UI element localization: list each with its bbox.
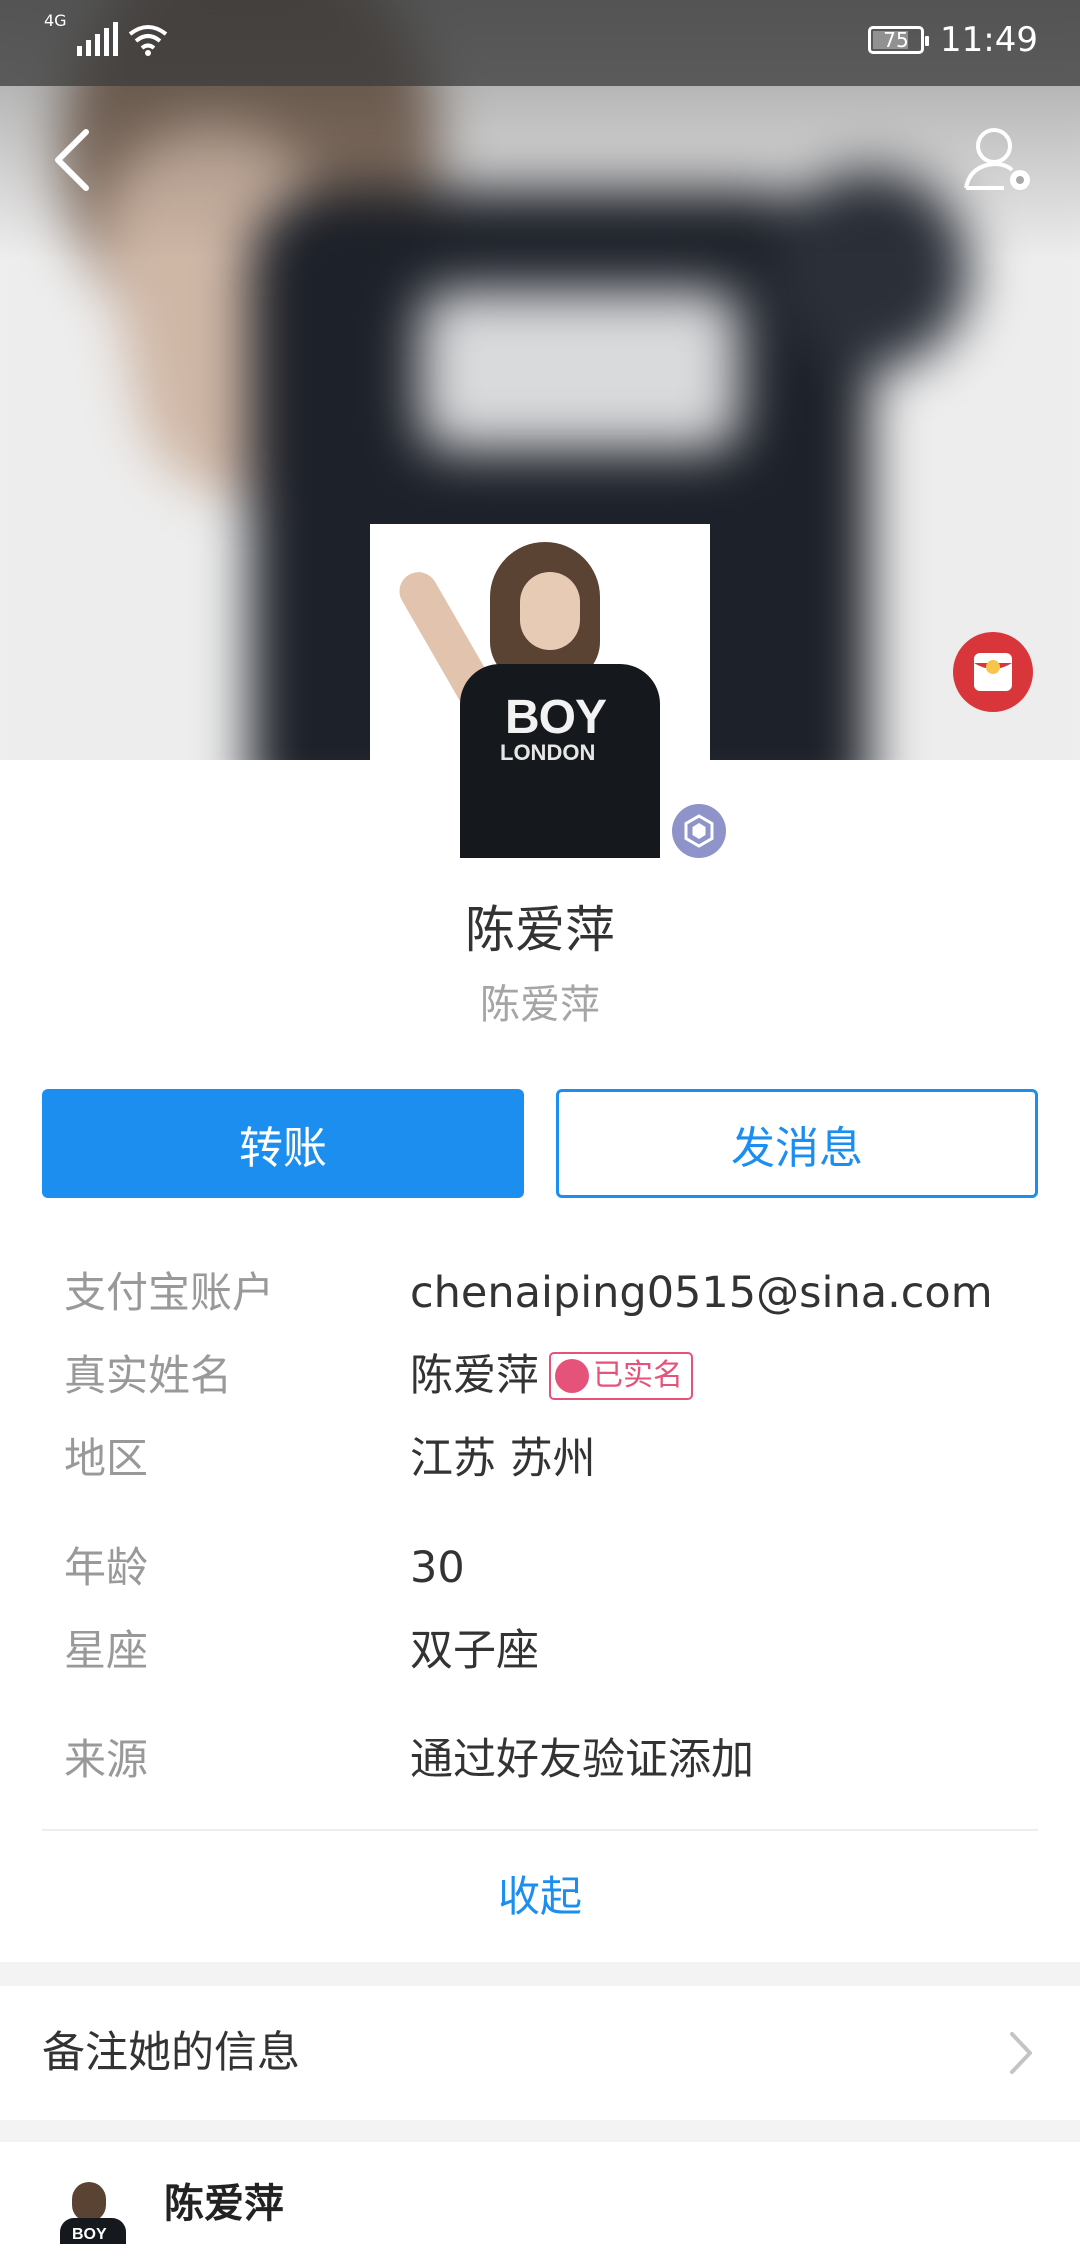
clock: 11:49 [940, 20, 1038, 60]
real-name-value: 陈爱萍 [410, 1351, 539, 1401]
display-name: 陈爱萍 [465, 901, 615, 959]
feed-preview-row[interactable]: BOY 陈爱萍 [0, 2142, 1080, 2244]
remark-info-row[interactable]: 备注她的信息 [0, 1986, 1080, 2120]
transfer-button[interactable]: 转账 [42, 1089, 524, 1198]
region-value: 江苏 苏州 [410, 1434, 596, 1484]
nickname: 陈爱萍 [480, 982, 600, 1028]
red-packet-icon [974, 653, 1012, 691]
feed-thumbnail: BOY [42, 2178, 132, 2244]
section-gap [0, 1962, 1080, 1986]
info-label: 支付宝账户 [64, 1268, 275, 1317]
info-row-region: 地区 江苏 苏州 [0, 1424, 1080, 1494]
info-label: 来源 [64, 1735, 149, 1784]
status-bar: 4G 75 11:49 [0, 0, 1080, 86]
section-gap [0, 2120, 1080, 2142]
info-row-source: 来源 通过好友验证添加 [0, 1725, 1080, 1795]
verified-person-icon [555, 1359, 589, 1393]
feed-name: 陈爱萍 [164, 2181, 284, 2227]
verified-badge-label: 已实名 [593, 1358, 683, 1393]
info-row-constellation: 星座 双子座 [0, 1616, 1080, 1686]
info-row-age: 年龄 30 [0, 1533, 1080, 1603]
back-arrow-icon[interactable] [40, 120, 110, 200]
battery-icon: 75 [868, 26, 930, 54]
network-type: 4G [44, 11, 67, 30]
info-label: 地区 [64, 1434, 149, 1483]
alipay-account-value[interactable]: chenaiping0515@sina.com [410, 1258, 993, 1328]
wifi-icon [128, 25, 167, 56]
verified-badge: 已实名 [549, 1352, 693, 1400]
feed-thumbnail-text: BOY [72, 2226, 107, 2243]
signal-icon [76, 22, 118, 56]
battery-level: 75 [883, 28, 909, 52]
age-value: 30 [410, 1543, 465, 1593]
divider [42, 1829, 1038, 1831]
real-name-value-group: 陈爱萍 已实名 [410, 1341, 693, 1411]
avatar-shirt-text: BOY [505, 691, 607, 744]
info-label: 真实姓名 [64, 1351, 233, 1400]
profile-settings-icon[interactable] [960, 120, 1040, 200]
chevron-right-icon [1010, 2032, 1032, 2074]
remark-info-label: 备注她的信息 [42, 2028, 300, 2078]
constellation-value: 双子座 [410, 1626, 539, 1676]
member-level-badge-icon[interactable] [672, 804, 726, 858]
info-label: 年龄 [64, 1543, 149, 1592]
info-label: 星座 [64, 1626, 149, 1675]
avatar[interactable]: BOY LONDON [370, 524, 710, 858]
send-message-button[interactable]: 发消息 [556, 1089, 1038, 1198]
collapse-button[interactable]: 收起 [0, 1862, 1080, 1932]
avatar-shirt-subtext: LONDON [500, 740, 596, 765]
info-row-alipay-account: 支付宝账户 chenaiping0515@sina.com [0, 1258, 1080, 1328]
red-packet-button[interactable] [953, 632, 1033, 712]
source-value: 通过好友验证添加 [410, 1735, 754, 1785]
info-row-real-name: 真实姓名 陈爱萍 已实名 [0, 1341, 1080, 1411]
